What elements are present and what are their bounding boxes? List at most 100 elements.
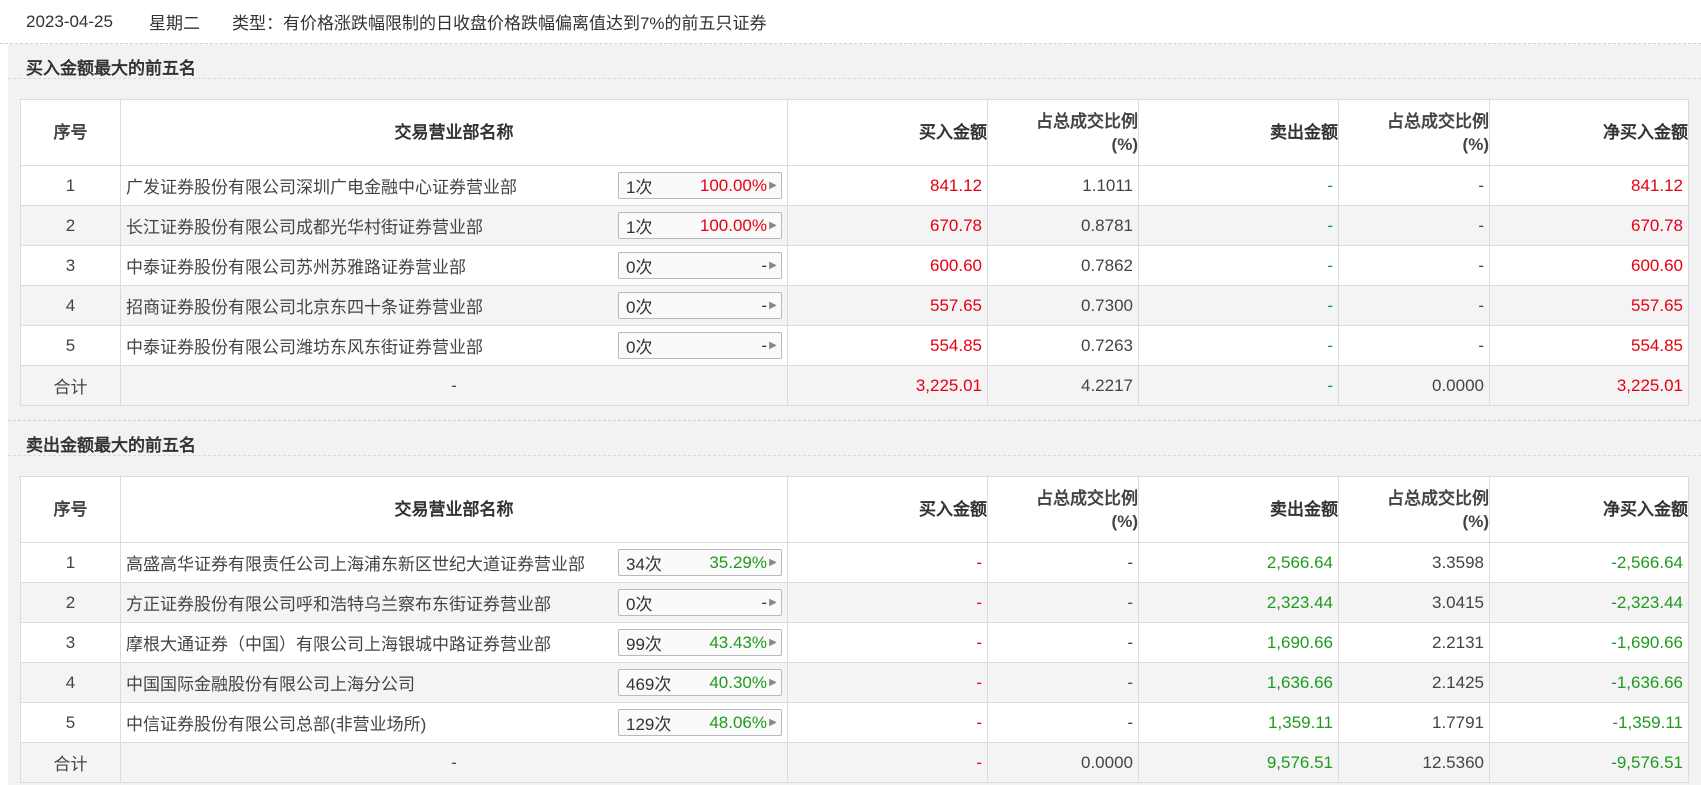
appearance-count: 469次 [626,675,672,694]
table-header-row: 序号 交易营业部名称 买入金额 占总成交比例 (%) 卖出金额 占总成交比例 (%)… [20,99,1689,166]
table-row: 3 摩根大通证券（中国）有限公司上海银城中路证券营业部 99次 43.43% ▶ - -1,… [20,622,1689,663]
dept-name: 高盛高华证券有限责任公司上海浦东新区世纪大道证券营业部 [126,555,585,574]
dept-name: 广发证券股份有限公司深圳广电金融中心证券营业部 [126,178,517,197]
table-row: 1 高盛高华证券有限责任公司上海浦东新区世纪大道证券营业部 34次 35.29% ▶ - -… [20,542,1689,583]
total-net: 3,225.01 [1489,365,1689,406]
table-row: 4 中国国际金融股份有限公司上海分公司 469次 40.30% ▶ - -1,636.66 2… [20,662,1689,703]
success-rate: 40.30% [709,672,767,692]
col-header-name: 交易营业部名称 [120,476,788,543]
buy-amount: 670.78 [787,205,988,246]
dept-cell-inner: 中国国际金融股份有限公司上海分公司 469次 40.30% ▶ [126,669,782,696]
history-toggle[interactable]: 1次 100.00% ▶ [618,172,782,199]
total-row: 合计 -3,225.01 4.2217-0.0000 3,225.01 [20,365,1689,406]
total-net: -9,576.51 [1489,742,1689,783]
history-toggle[interactable]: 0次 - ▶ [618,589,782,616]
sell-ratio: 2.2131 [1338,622,1490,663]
success-rate: 43.43% [709,632,767,652]
divider [8,78,1701,79]
appearance-count: 0次 [626,298,653,317]
buy-ratio: 0.7862 [987,245,1139,286]
buy-top5-section: 买入金额最大的前五名 序号 交易营业部名称 买入金额 占总成交比例 (%) 卖出金… [8,44,1701,420]
total-row: 合计 - -0.0000 9,576.51 12.5360 -9,576.51 [20,742,1689,783]
buy-ratio: - [987,702,1139,743]
sell-amount: 1,359.11 [1138,702,1339,743]
caret-right-icon: ▶ [769,220,777,231]
dept-cell: 中泰证券股份有限公司潍坊东风东街证券营业部 0次 - ▶ [120,325,788,366]
col-header-buy: 买入金额 [787,99,988,166]
sell-top5-table: 序号 交易营业部名称 买入金额 占总成交比例 (%) 卖出金额 占总成交比例 (%)… [20,476,1689,783]
sell-ratio: - [1338,245,1490,286]
caret-right-icon: ▶ [769,557,777,568]
row-index: 4 [20,285,121,326]
total-label: 合计 [20,365,121,406]
dept-cell-inner: 长江证券股份有限公司成都光华村街证券营业部 1次 100.00% ▶ [126,212,782,239]
row-index: 1 [20,542,121,583]
appearance-count: 34次 [626,555,662,574]
sell-amount: - [1138,205,1339,246]
buy-amount: - [787,662,988,703]
dept-name: 中泰证券股份有限公司潍坊东风东街证券营业部 [126,338,483,357]
history-toggle[interactable]: 0次 - ▶ [618,332,782,359]
history-toggle[interactable]: 34次 35.29% ▶ [618,549,782,576]
appearance-count: 1次 [626,178,653,197]
dept-cell-inner: 摩根大通证券（中国）有限公司上海银城中路证券营业部 99次 43.43% ▶ [126,629,782,656]
history-toggle[interactable]: 0次 - ▶ [618,292,782,319]
sell-amount: 2,566.64 [1138,542,1339,583]
buy-ratio: - [987,582,1139,623]
appearance-count: 0次 [626,258,653,277]
col-header-net: 净买入金额 [1489,476,1689,543]
buy-amount: 841.12 [787,165,988,206]
col-header-sell: 卖出金额 [1138,476,1339,543]
row-index: 2 [20,205,121,246]
header-line1: 占总成交比例 [1387,111,1489,131]
buy-ratio: - [987,662,1139,703]
net-amount: 554.85 [1489,325,1689,366]
dept-cell-inner: 招商证券股份有限公司北京东四十条证券营业部 0次 - ▶ [126,292,782,319]
sell-ratio: 2.1425 [1338,662,1490,703]
dept-cell-inner: 方正证券股份有限公司呼和浩特乌兰察布东街证券营业部 0次 - ▶ [126,589,782,616]
buy-ratio: 1.1011 [987,165,1139,206]
dept-cell: 高盛高华证券有限责任公司上海浦东新区世纪大道证券营业部 34次 35.29% ▶ [120,542,788,583]
history-toggle[interactable]: 99次 43.43% ▶ [618,629,782,656]
caret-right-icon: ▶ [769,677,777,688]
history-toggle[interactable]: 469次 40.30% ▶ [618,669,782,696]
history-toggle[interactable]: 129次 48.06% ▶ [618,709,782,736]
total-label: 合计 [20,742,121,783]
caret-right-icon: ▶ [769,180,777,191]
list-type: 类型：有价格涨跌幅限制的日收盘价格跌幅偏离值达到7%的前五只证券 [231,14,767,33]
col-header-sell: 卖出金额 [1138,99,1339,166]
caret-right-icon: ▶ [769,340,777,351]
net-amount: 600.60 [1489,245,1689,286]
col-header-sell-pct: 占总成交比例 (%) [1338,99,1490,166]
table-row: 2 长江证券股份有限公司成都光华村街证券营业部 1次 100.00% ▶ 670.78 0.… [20,205,1689,246]
header-line2: (%) [1462,511,1489,531]
dept-cell-inner: 高盛高华证券有限责任公司上海浦东新区世纪大道证券营业部 34次 35.29% ▶ [126,549,782,576]
table-header-row: 序号 交易营业部名称 买入金额 占总成交比例 (%) 卖出金额 占总成交比例 (%)… [20,476,1689,543]
success-rate: 35.29% [709,552,767,572]
total-dept: - [120,742,788,783]
buy-ratio: 0.7263 [987,325,1139,366]
success-rate: 48.06% [709,712,767,732]
total-sell: 9,576.51 [1138,742,1339,783]
row-index: 3 [20,622,121,663]
dept-cell: 长江证券股份有限公司成都光华村街证券营业部 1次 100.00% ▶ [120,205,788,246]
net-amount: -2,566.64 [1489,542,1689,583]
net-amount: 557.65 [1489,285,1689,326]
table-row: 4 招商证券股份有限公司北京东四十条证券营业部 0次 - ▶ 557.65 0.7300- -… [20,285,1689,326]
col-header-sell-pct: 占总成交比例 (%) [1338,476,1490,543]
success-rate: 100.00% [699,175,767,195]
sell-amount: 1,636.66 [1138,662,1339,703]
history-toggle[interactable]: 0次 - ▶ [618,252,782,279]
dept-cell: 中信证券股份有限公司总部(非营业场所) 129次 48.06% ▶ [120,702,788,743]
history-toggle[interactable]: 1次 100.00% ▶ [618,212,782,239]
caret-right-icon: ▶ [769,717,777,728]
sell-amount: - [1138,285,1339,326]
divider [8,455,1701,456]
net-amount: 670.78 [1489,205,1689,246]
dept-cell: 中泰证券股份有限公司苏州苏雅路证券营业部 0次 - ▶ [120,245,788,286]
caret-right-icon: ▶ [769,260,777,271]
buy-amount: 600.60 [787,245,988,286]
total-buy: - [787,742,988,783]
dept-name: 摩根大通证券（中国）有限公司上海银城中路证券营业部 [126,635,551,654]
sell-amount: 1,690.66 [1138,622,1339,663]
